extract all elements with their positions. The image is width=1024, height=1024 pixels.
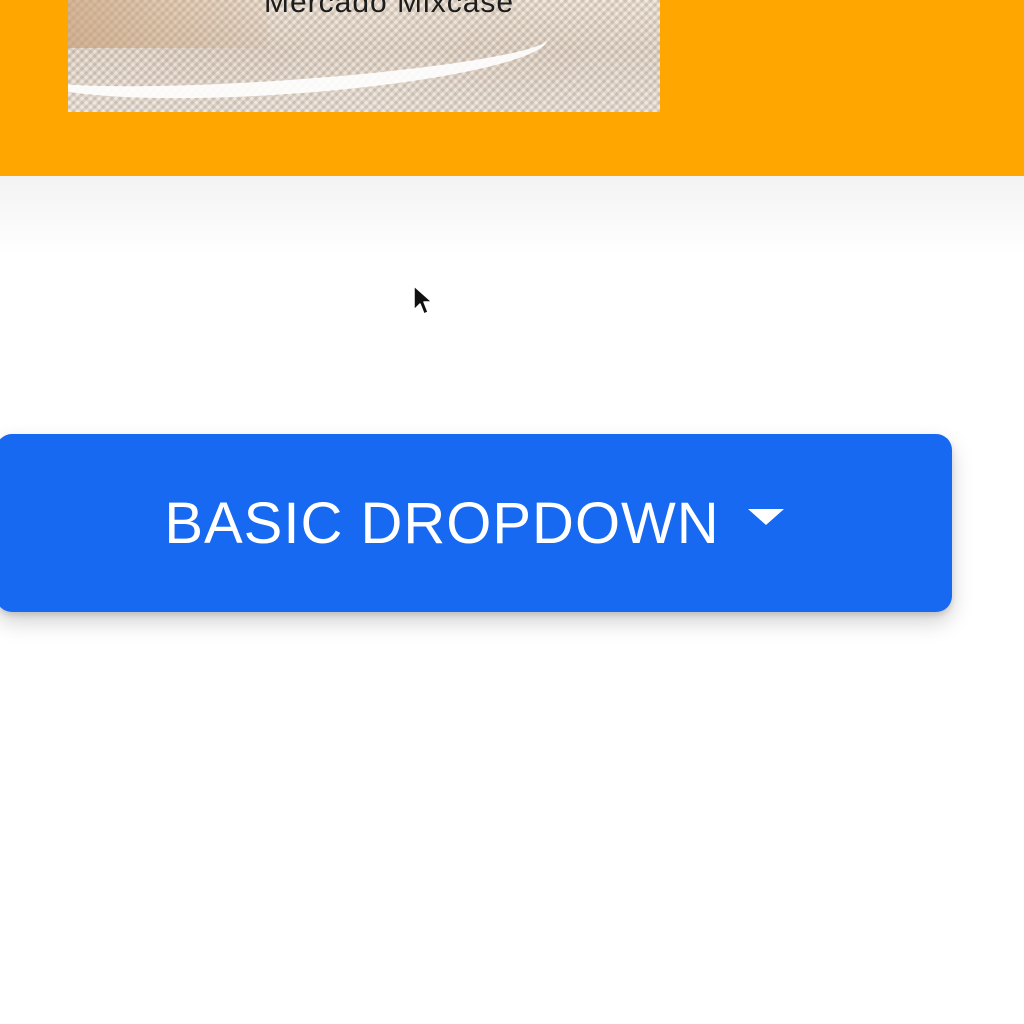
caret-down-icon	[747, 509, 784, 525]
banner-caption: Mercado Mixcase	[264, 0, 515, 19]
mouse-pointer-icon	[413, 285, 433, 315]
page: Mercado Mixcase BASIC DROPDOWN	[0, 0, 1024, 1024]
banner-image[interactable]: Mercado Mixcase	[68, 0, 660, 112]
header-band: Mercado Mixcase	[0, 0, 1024, 176]
basic-dropdown-button[interactable]: BASIC DROPDOWN	[0, 434, 952, 612]
header-shadow	[0, 176, 1024, 256]
dropdown-label: BASIC DROPDOWN	[164, 490, 720, 556]
